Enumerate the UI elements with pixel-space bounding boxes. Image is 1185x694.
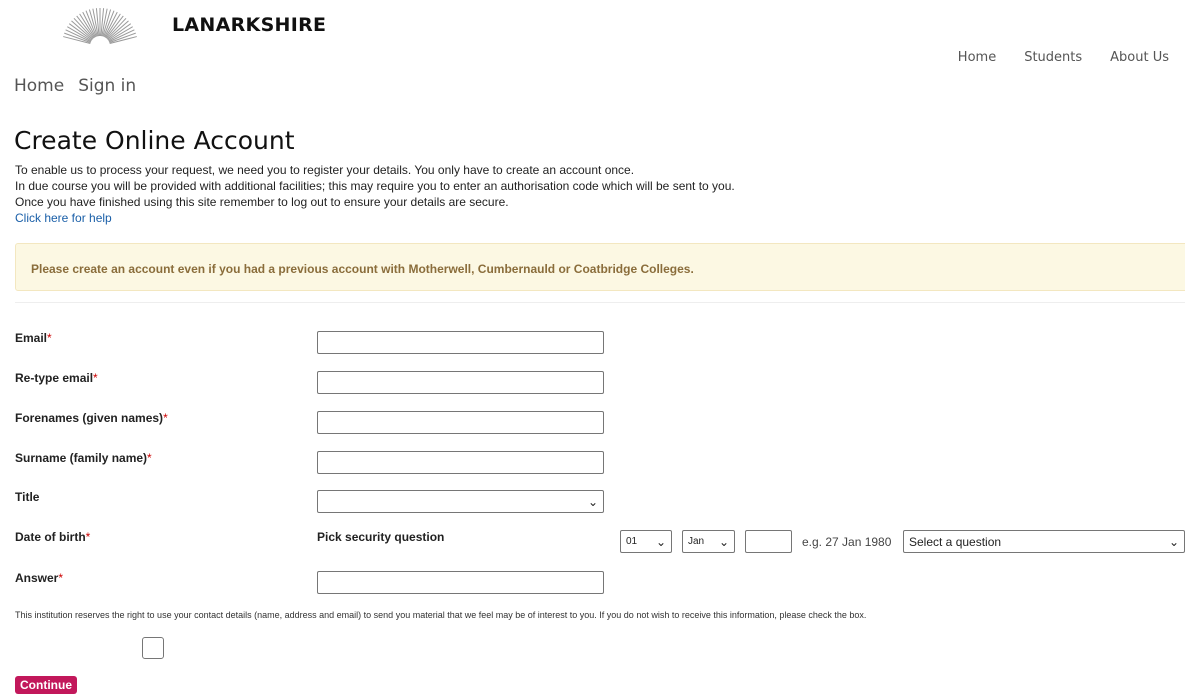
forenames-label: Forenames (given names)* bbox=[15, 411, 168, 425]
notice-alert: Please create an account even if you had… bbox=[15, 243, 1185, 291]
surname-input[interactable] bbox=[317, 451, 604, 474]
forenames-label-text: Forenames (given names) bbox=[15, 411, 164, 425]
dob-day-select[interactable]: 01 ⌄ bbox=[620, 530, 672, 553]
required-mark: * bbox=[58, 571, 64, 585]
dob-year-input[interactable] bbox=[745, 530, 792, 553]
intro-line: To enable us to process your request, we… bbox=[15, 163, 635, 177]
retype-email-input[interactable] bbox=[317, 371, 604, 394]
breadcrumb-sign-in-link[interactable]: Sign in bbox=[78, 76, 136, 96]
opt-out-checkbox[interactable] bbox=[142, 637, 164, 659]
page-title: Create Online Account bbox=[14, 126, 295, 155]
retype-email-label: Re-type email* bbox=[15, 371, 98, 385]
email-label-text: Email bbox=[15, 331, 48, 345]
required-mark: * bbox=[163, 411, 168, 425]
breadcrumb-home-link[interactable]: Home bbox=[14, 76, 64, 96]
sunburst-logo-icon bbox=[63, 8, 137, 44]
email-label: Email* bbox=[15, 331, 52, 345]
breadcrumb: Home Sign in bbox=[14, 76, 136, 96]
retype-email-label-text: Re-type email bbox=[15, 371, 94, 385]
dob-hint: e.g. 27 Jan 1980 bbox=[802, 535, 892, 549]
nav-home-link[interactable]: Home bbox=[958, 50, 996, 65]
top-nav: Home Students About Us bbox=[958, 50, 1169, 65]
required-mark: * bbox=[147, 451, 152, 465]
help-link[interactable]: Click here for help bbox=[15, 211, 112, 225]
separator bbox=[15, 302, 1185, 303]
intro-line: Once you have finished using this site r… bbox=[15, 195, 509, 209]
security-question-select[interactable]: Select a question ⌄ bbox=[903, 530, 1185, 553]
title-label: Title bbox=[15, 490, 40, 504]
chevron-down-icon: ⌄ bbox=[1168, 534, 1179, 549]
answer-input[interactable] bbox=[317, 571, 604, 594]
required-mark: * bbox=[93, 371, 98, 385]
chevron-down-icon: ⌄ bbox=[655, 534, 666, 549]
dob-month-value: Jan bbox=[688, 536, 705, 547]
dob-day-value: 01 bbox=[626, 536, 638, 547]
continue-button[interactable]: Continue bbox=[15, 676, 77, 694]
intro-line: In due course you will be provided with … bbox=[15, 179, 735, 193]
email-input[interactable] bbox=[317, 331, 604, 354]
surname-label-text: Surname (family name) bbox=[15, 451, 148, 465]
surname-label: Surname (family name)* bbox=[15, 451, 152, 465]
marketing-disclaimer: This institution reserves the right to u… bbox=[15, 610, 867, 620]
required-mark: * bbox=[47, 331, 52, 345]
chevron-down-icon: ⌄ bbox=[718, 534, 729, 549]
nav-students-link[interactable]: Students bbox=[1024, 50, 1082, 65]
dob-label: Date of birth* bbox=[15, 530, 90, 544]
dob-month-select[interactable]: Jan ⌄ bbox=[682, 530, 735, 553]
forenames-input[interactable] bbox=[317, 411, 604, 434]
dob-label-text: Date of birth bbox=[15, 530, 86, 544]
brand-name: LANARKSHIRE bbox=[172, 14, 327, 36]
chevron-down-icon: ⌄ bbox=[587, 494, 598, 509]
answer-label-text: Answer bbox=[15, 571, 59, 585]
title-select[interactable]: ⌄ bbox=[317, 490, 604, 513]
nav-about-us-link[interactable]: About Us bbox=[1110, 50, 1169, 65]
answer-label: Answer* bbox=[15, 571, 63, 585]
security-question-value: Select a question bbox=[909, 534, 1002, 549]
required-mark: * bbox=[85, 530, 91, 544]
intro-text: To enable us to process your request, we… bbox=[15, 162, 735, 226]
security-question-label: Pick security question bbox=[317, 530, 445, 544]
